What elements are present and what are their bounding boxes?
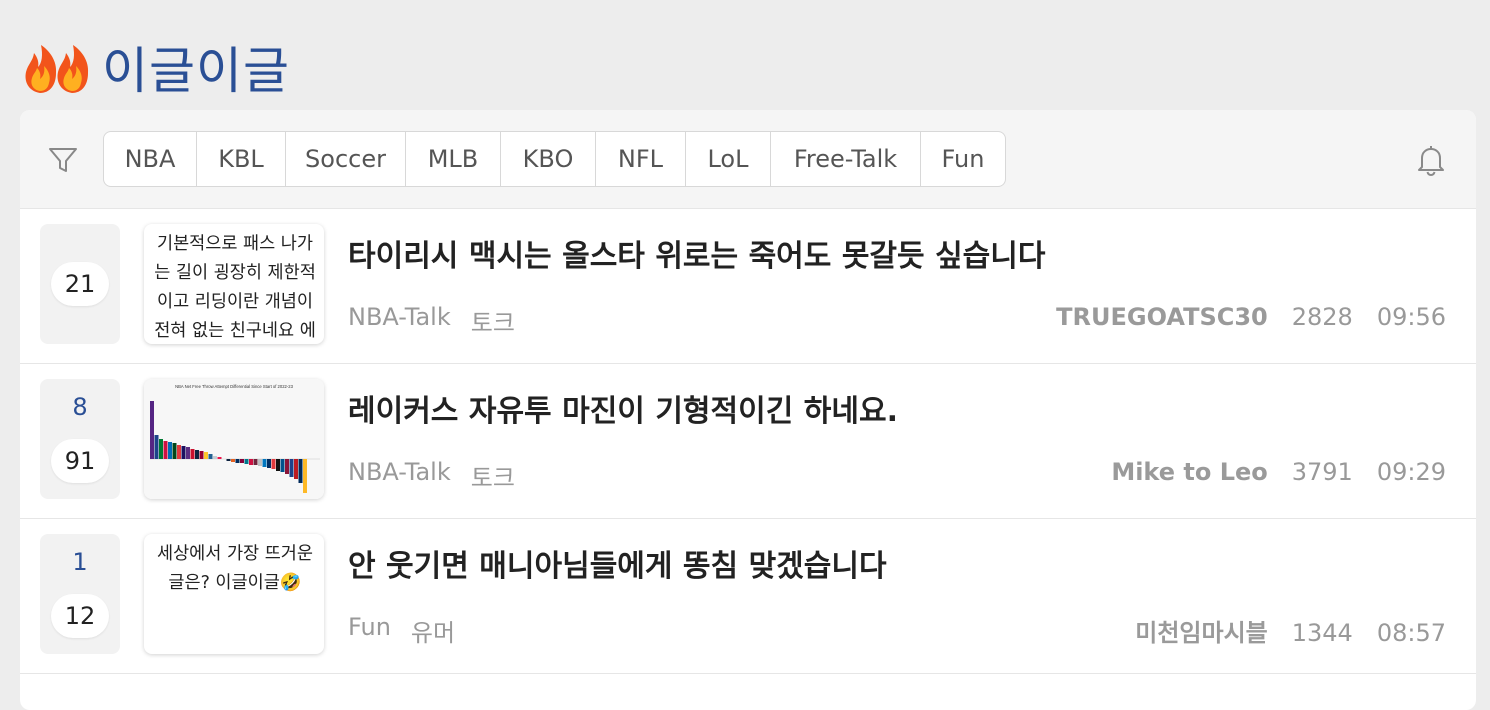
post-stats: TRUEGOATSC30 2828 09:56 bbox=[1056, 303, 1446, 331]
post-row[interactable]: 21 기본적으로 패스 나가는 길이 굉장히 제한적이고 리딩이란 개념이 전혀… bbox=[20, 209, 1476, 364]
thumbnail-text: 세상에서 가장 뜨거운 글은? 이글이글🤣 bbox=[156, 544, 314, 593]
comment-count: 21 bbox=[51, 262, 109, 306]
vote-box: 21 bbox=[40, 224, 120, 344]
thumbnail-chart-image: NBA Net Free Throw Attempt Differential … bbox=[144, 379, 324, 499]
board-panel: NBA KBL Soccer MLB KBO NFL LoL Free-Talk… bbox=[20, 110, 1476, 710]
thumbnail-text: 기본적으로 패스 나가는 길이 굉장히 제한적이고 리딩이란 개념이 전혀 없는… bbox=[154, 234, 316, 341]
category-tabs: NBA KBL Soccer MLB KBO NFL LoL Free-Talk… bbox=[103, 131, 1006, 187]
page-header: 이글이글 bbox=[22, 36, 290, 100]
post-time: 09:56 bbox=[1376, 303, 1446, 331]
vote-box: 8 91 bbox=[40, 379, 120, 499]
tab-fun[interactable]: Fun bbox=[921, 132, 1005, 186]
post-thumbnail[interactable]: 세상에서 가장 뜨거운 글은? 이글이글🤣 bbox=[144, 534, 324, 654]
post-category: 토크 bbox=[470, 464, 515, 492]
thumbnail-chart-title: NBA Net Free Throw Attempt Differential … bbox=[175, 384, 294, 389]
post-row[interactable]: 1 12 세상에서 가장 뜨거운 글은? 이글이글🤣 안 웃기면 매니아님들에게… bbox=[20, 519, 1476, 674]
board-name[interactable]: NBA-Talk bbox=[348, 458, 451, 493]
post-meta: NBA-Talk 토크 bbox=[348, 458, 515, 493]
filter-icon[interactable] bbox=[48, 146, 78, 174]
like-count: 8 bbox=[72, 393, 88, 421]
post-time: 08:57 bbox=[1376, 619, 1446, 647]
post-title[interactable]: 타이리시 맥시는 올스타 위로는 죽어도 못갈듯 싶습니다 bbox=[348, 231, 1045, 275]
comment-count: 12 bbox=[51, 594, 109, 638]
tab-kbl[interactable]: KBL bbox=[197, 132, 286, 186]
tab-nba[interactable]: NBA bbox=[104, 132, 197, 186]
post-thumbnail[interactable]: NBA Net Free Throw Attempt Differential … bbox=[144, 379, 324, 499]
author-name[interactable]: 미천임마시블 bbox=[1135, 613, 1267, 648]
post-title[interactable]: 안 웃기면 매니아님들에게 똥침 맞겠습니다 bbox=[348, 541, 887, 585]
board-name[interactable]: Fun bbox=[348, 613, 391, 648]
post-stats: 미천임마시블 1344 08:57 bbox=[1135, 613, 1446, 648]
author-name[interactable]: TRUEGOATSC30 bbox=[1056, 303, 1268, 331]
tab-mlb[interactable]: MLB bbox=[406, 132, 501, 186]
tab-kbo[interactable]: KBO bbox=[501, 132, 596, 186]
post-meta: Fun 유머 bbox=[348, 613, 455, 648]
post-category: 토크 bbox=[470, 309, 515, 337]
comment-count: 91 bbox=[51, 439, 109, 483]
tab-free-talk[interactable]: Free-Talk bbox=[771, 132, 921, 186]
post-thumbnail[interactable]: 기본적으로 패스 나가는 길이 굉장히 제한적이고 리딩이란 개념이 전혀 없는… bbox=[144, 224, 324, 344]
view-count: 2828 bbox=[1291, 303, 1353, 331]
post-row[interactable]: 8 91 NBA Net Free Throw Attempt Differen… bbox=[20, 364, 1476, 519]
like-count: 1 bbox=[72, 548, 88, 576]
filter-bar: NBA KBL Soccer MLB KBO NFL LoL Free-Talk… bbox=[20, 110, 1476, 209]
fire-icon bbox=[25, 45, 89, 93]
bell-icon[interactable] bbox=[1416, 144, 1446, 176]
post-title[interactable]: 레이커스 자유투 마진이 기형적이긴 하네요. bbox=[348, 386, 898, 430]
page-title: 이글이글 bbox=[102, 42, 290, 100]
post-category: 유머 bbox=[410, 619, 456, 647]
tab-soccer[interactable]: Soccer bbox=[286, 132, 406, 186]
post-time: 09:29 bbox=[1376, 458, 1446, 486]
view-count: 3791 bbox=[1291, 458, 1353, 486]
tab-nfl[interactable]: NFL bbox=[596, 132, 686, 186]
tab-lol[interactable]: LoL bbox=[686, 132, 771, 186]
view-count: 1344 bbox=[1291, 619, 1353, 647]
post-stats: Mike to Leo 3791 09:29 bbox=[1111, 458, 1446, 486]
author-name[interactable]: Mike to Leo bbox=[1111, 458, 1267, 486]
board-name[interactable]: NBA-Talk bbox=[348, 303, 451, 338]
post-meta: NBA-Talk 토크 bbox=[348, 303, 515, 338]
vote-box: 1 12 bbox=[40, 534, 120, 654]
